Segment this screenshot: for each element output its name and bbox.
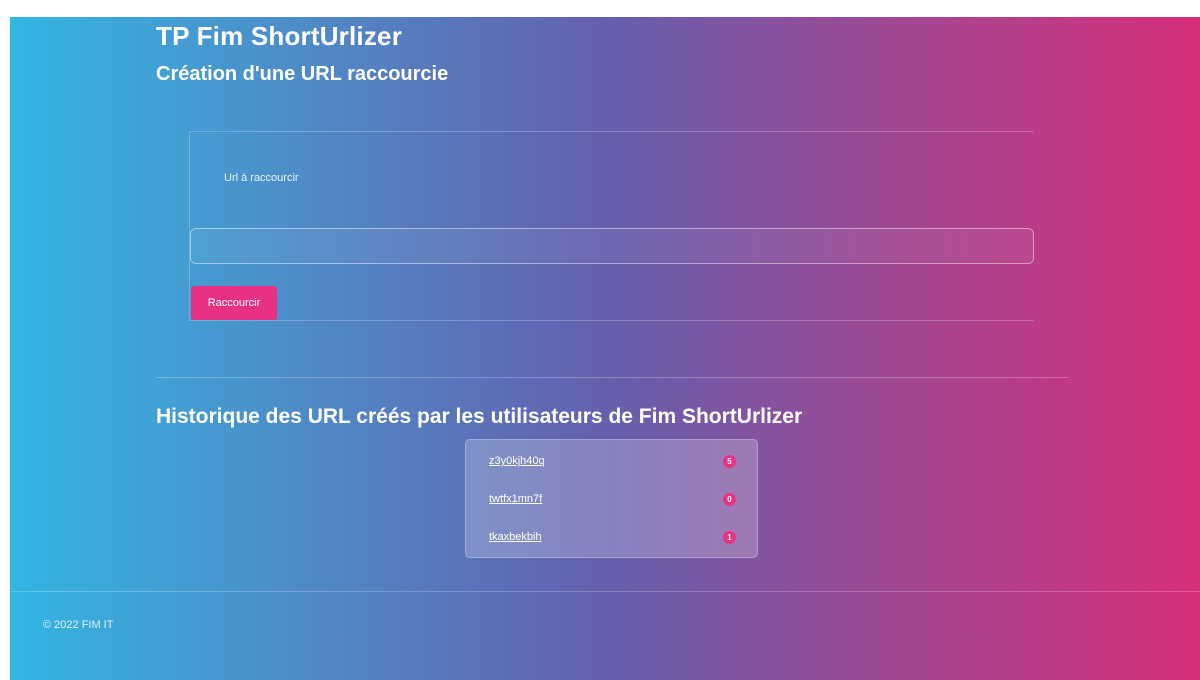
history-item: z3y0kjh40q 5 xyxy=(466,449,757,487)
history-title-text: Historique des URL créés par les utilisa… xyxy=(156,405,633,428)
shorten-button[interactable]: Raccourcir xyxy=(191,286,277,320)
click-count-badge: 5 xyxy=(723,455,736,468)
copyright-text: © 2022 FIM IT xyxy=(43,619,114,631)
url-label: Url à raccourcir xyxy=(224,172,299,184)
history-title-brand: Fim ShortUrlizer xyxy=(638,405,803,428)
footer-divider xyxy=(10,591,1200,592)
short-url-link[interactable]: tkaxbekbih xyxy=(489,531,542,543)
history-list: z3y0kjh40q 5 twtfx1mn7f 0 tkaxbekbih 1 xyxy=(465,439,758,558)
page-subtitle: Création d'une URL raccourcie xyxy=(156,63,449,85)
url-input[interactable] xyxy=(190,228,1034,264)
short-url-link[interactable]: z3y0kjh40q xyxy=(489,455,545,467)
short-url-link[interactable]: twtfx1mn7f xyxy=(489,493,542,505)
history-title: Historique des URL créés par les utilisa… xyxy=(156,405,802,429)
history-item: tkaxbekbih 1 xyxy=(466,525,757,563)
history-item: twtfx1mn7f 0 xyxy=(466,487,757,525)
click-count-badge: 0 xyxy=(723,493,736,506)
click-count-badge: 1 xyxy=(723,531,736,544)
shorten-url-form: Url à raccourcir Raccourcir xyxy=(189,131,1034,321)
page-background: TP Fim ShortUrlizer Création d'une URL r… xyxy=(10,17,1200,680)
section-divider xyxy=(156,377,1068,378)
app-title: TP Fim ShortUrlizer xyxy=(156,21,403,51)
